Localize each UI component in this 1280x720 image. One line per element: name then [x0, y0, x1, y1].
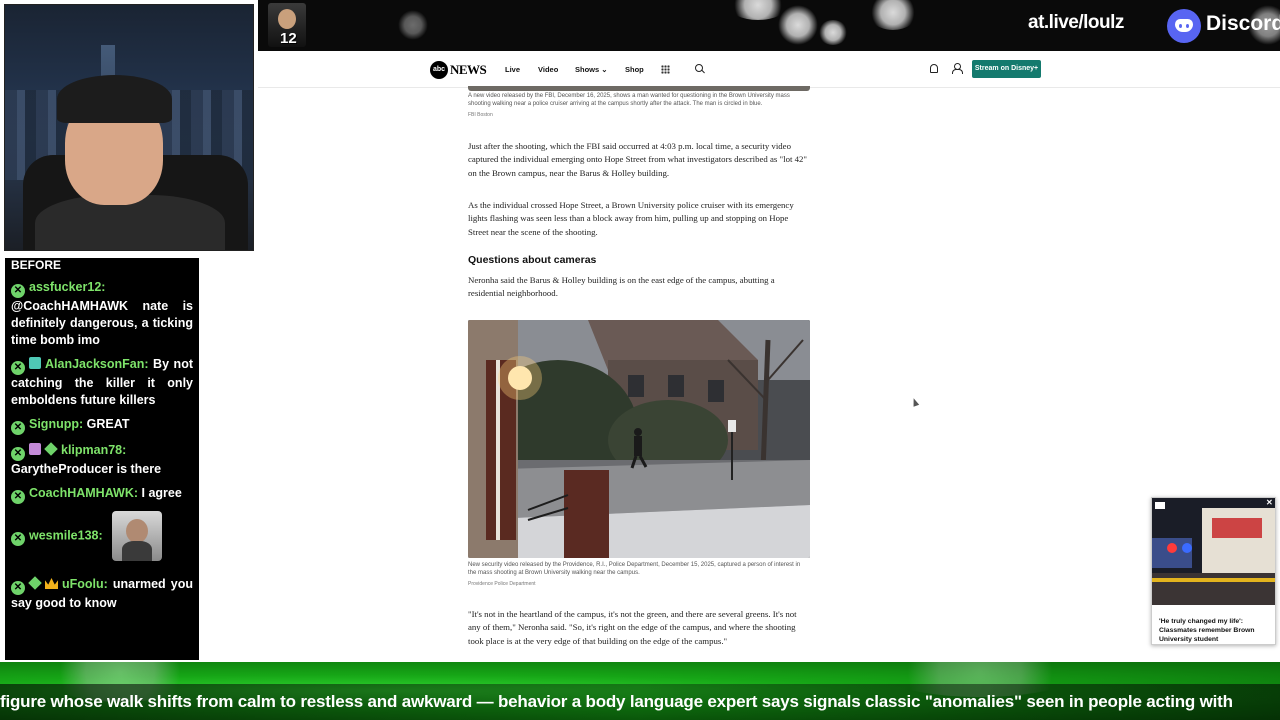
subscriber-badge-icon	[29, 357, 41, 369]
stream-top-banner: 12 at.live/loulz Discord	[258, 0, 1280, 51]
gem-badge-icon	[28, 576, 42, 590]
discord-icon	[1167, 9, 1201, 43]
image-credit: Providence Police Department	[468, 581, 536, 587]
bell-icon[interactable]	[930, 64, 938, 73]
article-paragraph: Just after the shooting, which the FBI s…	[468, 141, 808, 178]
image-credit: FBI Boston	[468, 112, 493, 118]
webcam-feed	[4, 4, 254, 251]
chat-username[interactable]: klipman78:	[61, 443, 126, 457]
chat-username[interactable]: uFoolu:	[62, 577, 108, 591]
ticker-text: figure whose walk shifts from calm to re…	[0, 692, 1233, 711]
streamer-cap	[57, 75, 172, 123]
discord-label: Discord	[1206, 12, 1280, 35]
x-badge-icon: ✕	[11, 447, 25, 461]
chat-message: ✕ wesmile138:	[11, 511, 193, 569]
chat-emote	[112, 511, 163, 561]
chat-text: I agree	[141, 486, 182, 500]
nav-item-shop[interactable]: Shop	[625, 65, 644, 74]
mouse-cursor	[910, 397, 920, 407]
news-ticker: figure whose walk shifts from calm to re…	[0, 662, 1280, 720]
security-scene	[468, 320, 810, 558]
chat-text: GarytheProducer is there	[11, 462, 162, 476]
image-caption: New security video released by the Provi…	[468, 562, 801, 576]
article-paragraph: Neronha said the Barus & Holley building…	[468, 275, 775, 299]
apps-grid-icon[interactable]	[661, 65, 670, 74]
chat-message: ✕ CoachHAMHAWK: I agree	[11, 485, 193, 504]
crown-badge-icon	[45, 578, 58, 589]
chat-username[interactable]: AlanJacksonFan:	[45, 357, 149, 371]
article-subheading: Questions about cameras	[468, 254, 597, 266]
chat-truncated-text: BEFORE	[11, 258, 62, 272]
live-chat: BEFORE ✕ assfucker12: @CoachHAMHAWK nate …	[3, 256, 201, 662]
gift-badge-icon	[29, 443, 41, 455]
chat-username[interactable]: Signupp:	[29, 417, 83, 431]
chat-message: ✕ klipman78: GarytheProducer is there	[11, 442, 193, 478]
chat-text: @CoachHAMHAWK nate is definitely dangero…	[11, 299, 193, 347]
x-badge-icon: ✕	[11, 361, 25, 375]
chat-message: ✕ assfucker12: @CoachHAMHAWK nate is defi…	[11, 279, 193, 349]
search-icon[interactable]	[695, 64, 703, 72]
abc-logo-icon[interactable]: abc	[430, 61, 448, 79]
streamer-avatar: 12	[268, 3, 306, 47]
x-badge-icon: ✕	[11, 284, 25, 298]
image-caption: A new video released by the FBI, Decembe…	[468, 93, 790, 107]
close-icon[interactable]: ✕	[1266, 499, 1274, 507]
water-splash	[778, 5, 818, 45]
chat-message: ✕ AlanJacksonFan: By not catching the kil…	[11, 356, 193, 409]
nav-item-video[interactable]: Video	[538, 65, 558, 74]
water-splash	[818, 20, 848, 45]
chat-username[interactable]: assfucker12:	[29, 280, 105, 294]
chat-text: GREAT	[86, 417, 130, 431]
thumbnail-scene	[1152, 498, 1275, 605]
nav-item-live[interactable]: Live	[505, 65, 520, 74]
article-paragraph: "It's not in the heartland of the campus…	[468, 609, 797, 646]
chat-message: ✕ uFoolu: unarmed you say good to know	[11, 576, 193, 612]
video-title[interactable]: 'He truly changed my life': Classmates r…	[1159, 617, 1274, 644]
abc-news-navbar: abc NEWS Live Video Shows ⌄ Shop Stream …	[258, 51, 1280, 88]
chevron-down-icon: ⌄	[601, 65, 608, 74]
x-badge-icon: ✕	[11, 581, 25, 595]
stream-on-disney-button[interactable]: Stream on Disney+	[972, 60, 1041, 78]
previous-image-edge	[468, 86, 810, 91]
x-badge-icon: ✕	[11, 421, 25, 435]
abc-news-logo-text[interactable]: NEWS	[450, 62, 487, 78]
chat-username[interactable]: CoachHAMHAWK:	[29, 486, 138, 500]
social-handle: at.live/loulz	[1028, 12, 1124, 33]
water-splash	[398, 10, 428, 40]
x-badge-icon: ✕	[11, 490, 25, 504]
gem-badge-icon	[44, 442, 58, 456]
chat-message: ✕ Signupp: GREAT	[11, 416, 193, 435]
chat-username[interactable]: wesmile138:	[29, 528, 103, 542]
user-icon[interactable]	[952, 63, 963, 74]
video-thumbnail[interactable]	[1152, 498, 1275, 605]
x-badge-icon: ✕	[11, 532, 25, 547]
water-splash	[868, 0, 918, 30]
related-video-popup[interactable]: 'He truly changed my life': Classmates r…	[1151, 497, 1276, 645]
security-camera-photo[interactable]	[468, 320, 810, 558]
article-paragraph: As the individual crossed Hope Street, a…	[468, 200, 794, 237]
nav-item-shows[interactable]: Shows ⌄	[575, 65, 608, 74]
